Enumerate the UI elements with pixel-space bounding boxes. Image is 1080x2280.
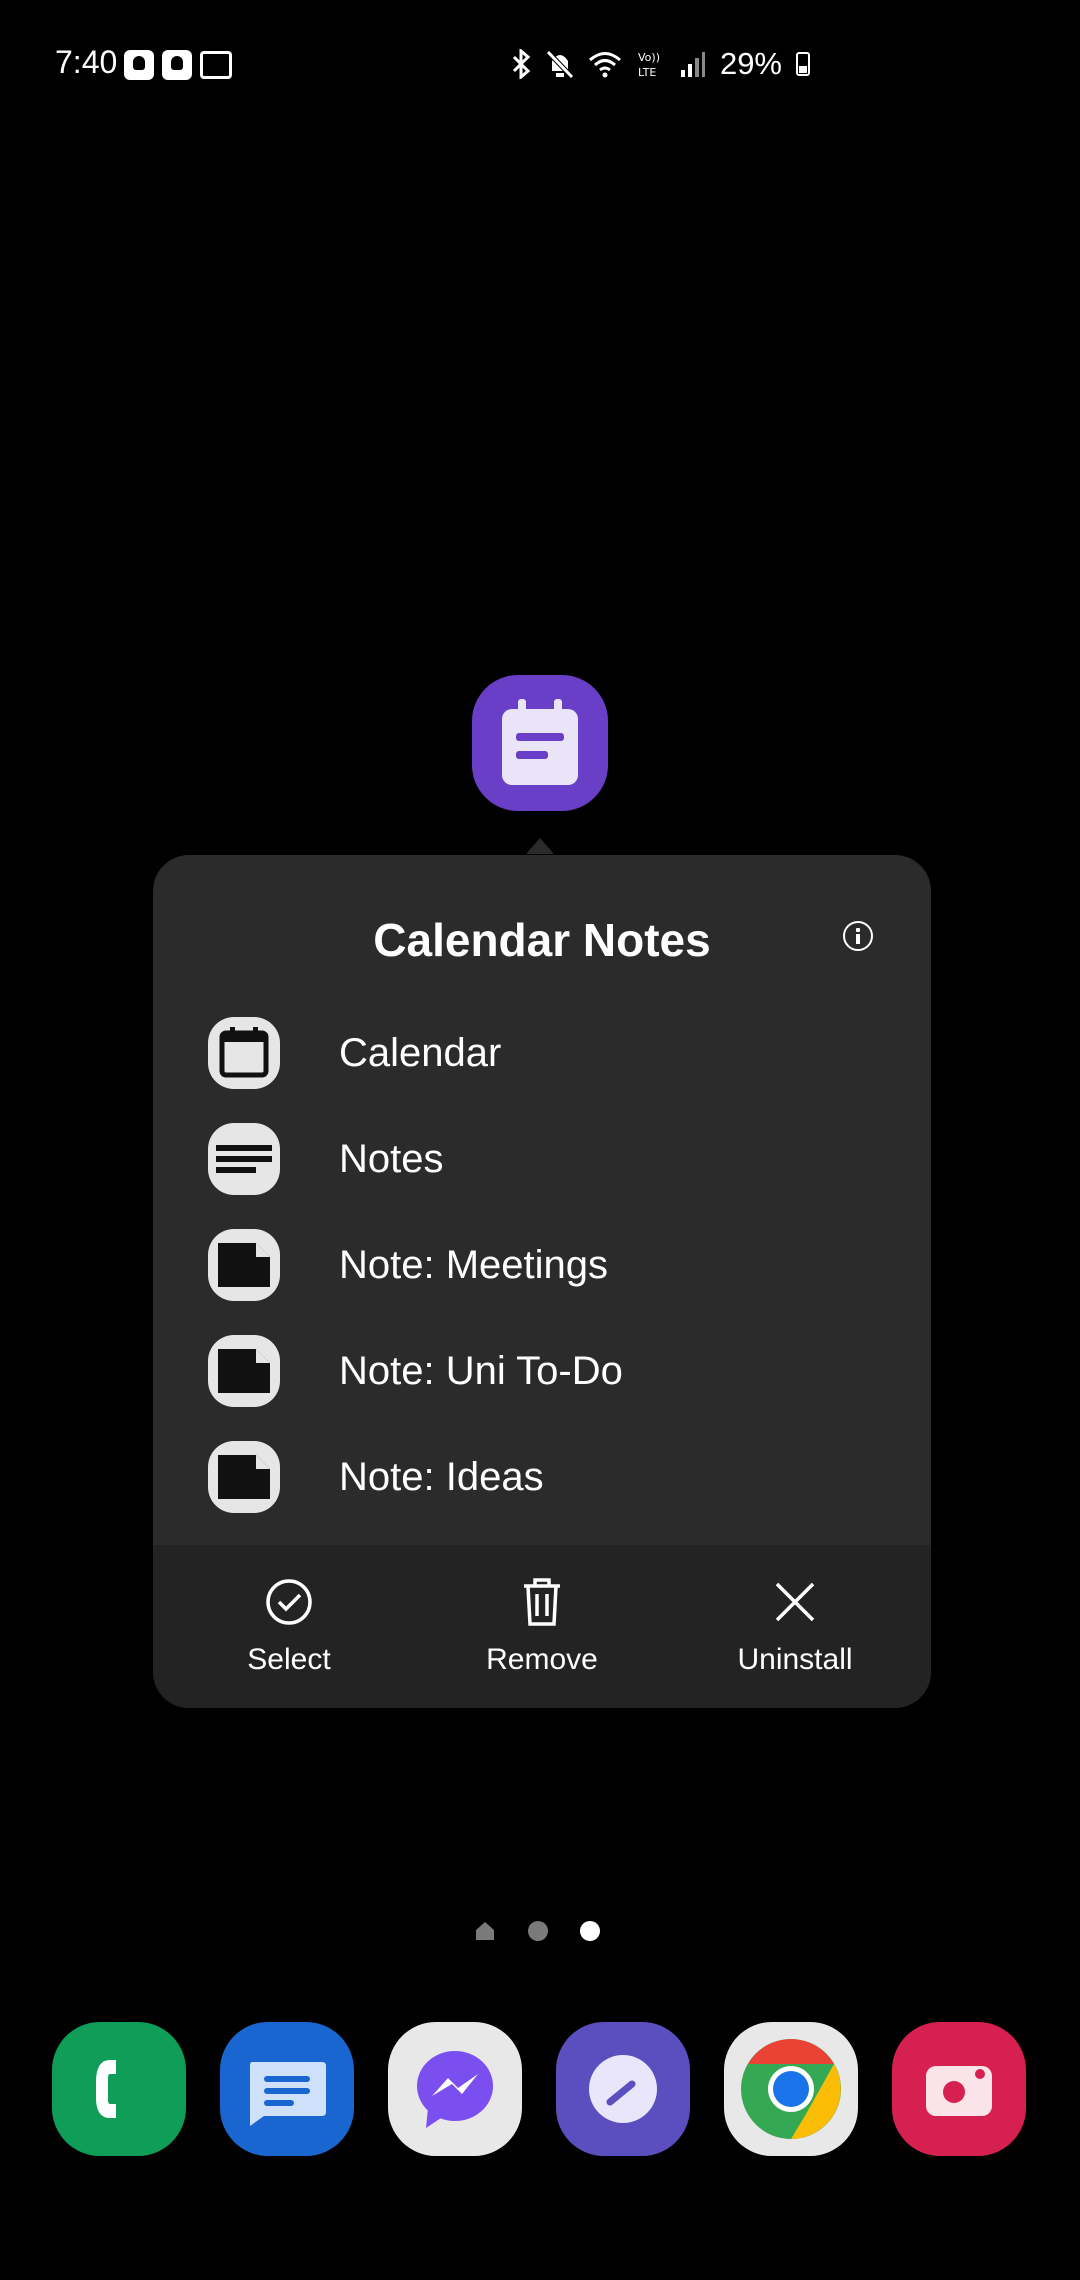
note-icon — [208, 1335, 280, 1407]
uninstall-label: Uninstall — [737, 1643, 853, 1676]
dock-chrome-app[interactable] — [724, 2022, 858, 2156]
shortcut-label: Notes — [339, 1136, 444, 1181]
popup-actions: Select Remove Uninstall — [153, 1545, 931, 1708]
calendar-icon — [208, 1017, 280, 1089]
select-label: Select — [247, 1643, 331, 1676]
svg-text:LTE: LTE — [638, 66, 656, 79]
home-page-icon[interactable] — [474, 1920, 496, 1942]
status-time: 7:40 — [55, 44, 118, 80]
mute-icon — [546, 50, 574, 79]
dock-clock-app[interactable] — [556, 2022, 690, 2156]
page-dot[interactable] — [528, 1921, 548, 1941]
calendar-notes-icon — [502, 699, 578, 785]
signal-icon — [680, 52, 705, 77]
dock-phone-app[interactable] — [52, 2022, 186, 2156]
system-icons: Vo)) LTE 29% — [510, 46, 810, 82]
uninstall-button[interactable]: Uninstall — [695, 1575, 895, 1677]
trash-icon — [524, 1578, 560, 1626]
page-indicator — [474, 1920, 600, 1942]
shortcut-label: Calendar — [339, 1030, 502, 1075]
shortcut-note-ideas[interactable]: Note: Ideas — [208, 1432, 878, 1522]
popup-title: Calendar Notes — [373, 914, 711, 966]
chrome-icon — [741, 2039, 841, 2139]
camera-icon — [926, 2066, 992, 2116]
svg-text:Vo)): Vo)) — [638, 51, 660, 64]
bluetooth-icon — [512, 49, 531, 79]
notes-icon — [208, 1123, 280, 1195]
dock-camera-app[interactable] — [892, 2022, 1026, 2156]
battery-icon — [796, 52, 810, 76]
calendar-notes-app-icon[interactable] — [472, 675, 608, 811]
note-icon — [208, 1441, 280, 1513]
shortcut-notes[interactable]: Notes — [208, 1114, 878, 1204]
remove-label: Remove — [486, 1643, 598, 1676]
dock-messenger-app[interactable] — [388, 2022, 522, 2156]
app-shortcuts-popup: Calendar Notes Calendar Notes Note: Meet… — [153, 855, 931, 1708]
outlook-icon — [200, 51, 232, 79]
status-bar: 7:40 Vo)) LTE 29% — [0, 0, 1080, 130]
check-circle-icon — [266, 1579, 312, 1625]
messenger-icon — [417, 2051, 493, 2128]
info-icon[interactable] — [843, 921, 873, 951]
shortcut-calendar[interactable]: Calendar — [208, 1008, 878, 1098]
dock — [52, 2022, 1028, 2156]
shortcut-label: Note: Uni To-Do — [339, 1348, 623, 1393]
volte-icon: Vo)) LTE — [638, 51, 660, 79]
remove-button[interactable]: Remove — [442, 1575, 642, 1677]
messages-icon — [250, 2062, 326, 2126]
shortcut-note-uni-todo[interactable]: Note: Uni To-Do — [208, 1326, 878, 1416]
dock-messages-app[interactable] — [220, 2022, 354, 2156]
popup-pointer — [526, 838, 554, 854]
note-icon — [208, 1229, 280, 1301]
select-button[interactable]: Select — [189, 1575, 389, 1677]
notification-icons — [124, 50, 232, 80]
notification-icon — [124, 50, 154, 80]
phone-icon — [96, 2060, 116, 2118]
shortcut-label: Note: Ideas — [339, 1454, 544, 1499]
clock-icon — [589, 2055, 657, 2123]
shortcut-note-meetings[interactable]: Note: Meetings — [208, 1220, 878, 1310]
page-dot-active[interactable] — [580, 1921, 600, 1941]
battery-percent: 29% — [719, 46, 782, 81]
close-icon — [775, 1582, 815, 1622]
notification-icon — [162, 50, 192, 80]
wifi-icon — [588, 52, 621, 78]
shortcut-label: Note: Meetings — [339, 1242, 609, 1287]
